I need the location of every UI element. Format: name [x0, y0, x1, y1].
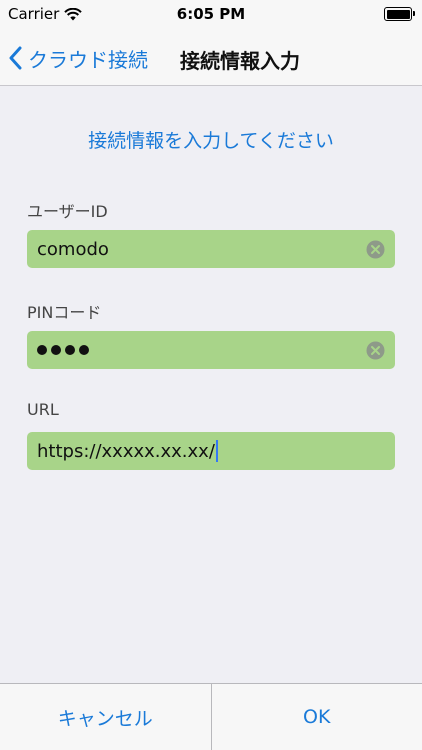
pin-masked-value [37, 345, 89, 355]
chevron-left-icon [9, 46, 22, 70]
user-id-input[interactable]: comodo [27, 230, 395, 268]
user-id-value: comodo [37, 238, 109, 260]
url-label: URL [27, 400, 59, 419]
instruction-text: 接続情報を入力してください [88, 130, 334, 152]
pin-dot [37, 345, 47, 355]
url-input[interactable]: https://xxxxx.xx.xx/ [27, 432, 395, 470]
status-time: 6:05 PM [176, 5, 246, 23]
pin-input[interactable] [27, 331, 395, 369]
clear-icon[interactable] [366, 341, 385, 360]
bottom-toolbar: キャンセル OK [0, 683, 422, 750]
user-id-label: ユーザーID [27, 202, 108, 221]
battery-icon [384, 7, 415, 21]
pin-dot [65, 345, 75, 355]
cancel-button[interactable]: キャンセル [0, 684, 211, 750]
back-button-label: クラウド接続 [28, 47, 148, 72]
navigation-bar: クラウド接続 接続情報入力 [0, 30, 422, 86]
pin-label: PINコード [27, 303, 102, 322]
clear-icon[interactable] [366, 240, 385, 259]
page-title: 接続情報入力 [180, 49, 300, 73]
pin-dot [79, 345, 89, 355]
ok-button[interactable]: OK [212, 684, 422, 750]
text-caret [215, 440, 218, 462]
url-value: https://xxxxx.xx.xx/ [37, 440, 215, 462]
pin-dot [51, 345, 61, 355]
back-button[interactable]: クラウド接続 [8, 40, 148, 76]
status-bar: Carrier 6:05 PM [0, 0, 422, 30]
